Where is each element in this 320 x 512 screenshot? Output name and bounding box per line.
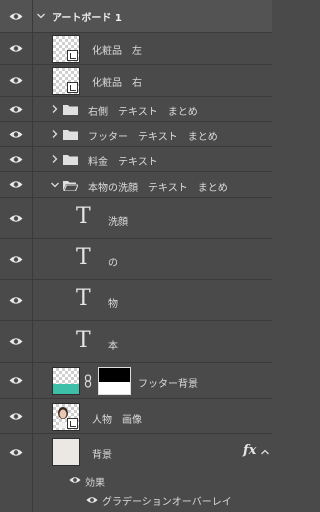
layer-name: 本 [108, 341, 118, 352]
eye-icon [9, 130, 23, 138]
eye-icon [9, 12, 23, 20]
smart-object-icon [67, 418, 78, 429]
layer-name: フッター テキスト まとめ [88, 132, 218, 143]
layer-row-text-hon[interactable]: T 本 [0, 321, 272, 363]
layer-row-person-image[interactable]: 人物 画像 [0, 399, 272, 434]
eye-icon [9, 377, 23, 384]
layer-thumbnail [52, 438, 80, 466]
link-chain-icon[interactable] [84, 374, 92, 388]
eye-icon [9, 448, 23, 456]
layer-name: 背景 [92, 450, 112, 461]
layers-panel: アートボード 1 化粧品 左 化粧品 右 右側 テキスト まとめ フッター テキ… [0, 0, 272, 512]
visibility-toggle[interactable] [0, 321, 33, 362]
chevron-up-icon[interactable] [260, 448, 270, 456]
fx-icon[interactable]: fx [243, 443, 256, 458]
visibility-toggle[interactable] [0, 434, 33, 470]
layer-thumbnail [52, 403, 80, 431]
folder-icon [63, 105, 78, 115]
layer-row-artboard[interactable]: アートボード 1 [0, 0, 272, 33]
folder-icon [63, 130, 78, 140]
eye-icon[interactable] [86, 496, 98, 504]
layer-name: 物 [108, 299, 118, 310]
layer-row-group-right-text[interactable]: 右側 テキスト まとめ [0, 97, 272, 122]
layer-row-text-senganl[interactable]: T 洗顔 [0, 198, 272, 239]
layer-row-footer-bg[interactable]: フッター背景 [0, 363, 272, 399]
layer-row-text-mono[interactable]: T 物 [0, 280, 272, 321]
visibility-toggle[interactable] [0, 65, 33, 96]
gradient-overlay-row[interactable]: グラデーションオーバーレイ [0, 490, 272, 512]
effects-row[interactable]: 効果 [0, 470, 272, 490]
layer-name: 右側 テキスト まとめ [88, 107, 198, 118]
layer-thumbnail [52, 367, 80, 395]
mask-white-area [99, 382, 130, 394]
visibility-toggle[interactable] [0, 280, 33, 320]
visibility-toggle[interactable] [0, 363, 33, 398]
layer-name: の [108, 258, 118, 269]
folder-icon [63, 155, 78, 165]
eye-icon [9, 412, 23, 420]
layer-thumbnail [52, 35, 80, 63]
layer-row-background[interactable]: 背景 fx [0, 434, 272, 470]
chevron-down-icon[interactable] [50, 180, 60, 190]
chevron-down-icon[interactable] [36, 11, 46, 21]
layer-row-cosmetics-right[interactable]: 化粧品 右 [0, 65, 272, 97]
visibility-toggle[interactable] [0, 33, 33, 64]
eye-icon [9, 214, 23, 222]
layer-name: 本物の洗顔 テキスト まとめ [88, 183, 228, 194]
visibility-toggle[interactable] [0, 399, 33, 433]
layer-name: 人物 画像 [92, 415, 142, 426]
eye-icon [9, 338, 23, 345]
gradient-overlay-label: グラデーションオーバーレイ [102, 497, 232, 508]
eye-icon [9, 45, 23, 52]
visibility-toggle[interactable] [0, 147, 33, 171]
layer-name: 洗顔 [108, 217, 128, 228]
visibility-toggle[interactable] [0, 0, 33, 32]
layer-row-cosmetics-left[interactable]: 化粧品 左 [0, 33, 272, 65]
layer-mask-thumbnail[interactable] [98, 367, 131, 395]
thumbnail-fill [53, 383, 79, 394]
eye-icon[interactable] [69, 476, 81, 484]
layer-name: 料金 テキスト [88, 157, 158, 168]
text-layer-icon: T [76, 245, 91, 270]
eye-icon [9, 181, 23, 188]
eye-column [0, 470, 33, 490]
visibility-toggle[interactable] [0, 172, 33, 197]
text-layer-icon: T [76, 204, 91, 229]
eye-icon [9, 77, 23, 84]
layer-row-group-footer-text[interactable]: フッター テキスト まとめ [0, 122, 272, 147]
effects-label: 効果 [85, 478, 105, 489]
layer-row-group-price-text[interactable]: 料金 テキスト [0, 147, 272, 172]
chevron-right-icon[interactable] [50, 104, 60, 114]
chevron-right-icon[interactable] [50, 129, 60, 139]
smart-object-icon [67, 50, 78, 61]
visibility-toggle[interactable] [0, 122, 33, 146]
eye-icon [9, 155, 23, 163]
eye-icon [9, 296, 23, 304]
layer-thumbnail [52, 67, 80, 95]
layer-row-group-real-wash[interactable]: 本物の洗顔 テキスト まとめ [0, 172, 272, 198]
layer-row-text-no[interactable]: T の [0, 239, 272, 280]
layer-name: フッター背景 [138, 379, 198, 390]
layer-name: 化粧品 右 [92, 78, 142, 89]
smart-object-icon [67, 82, 78, 93]
visibility-toggle[interactable] [0, 97, 33, 121]
eye-column [0, 490, 33, 512]
visibility-toggle[interactable] [0, 239, 33, 279]
text-layer-icon: T [76, 286, 91, 311]
text-layer-icon: T [76, 328, 91, 353]
eye-icon [9, 255, 23, 263]
layer-name: アートボード 1 [52, 13, 122, 24]
visibility-toggle[interactable] [0, 198, 33, 238]
folder-open-icon [63, 181, 78, 191]
chevron-right-icon[interactable] [50, 154, 60, 164]
layer-name: 化粧品 左 [92, 46, 142, 57]
eye-icon [9, 105, 23, 113]
